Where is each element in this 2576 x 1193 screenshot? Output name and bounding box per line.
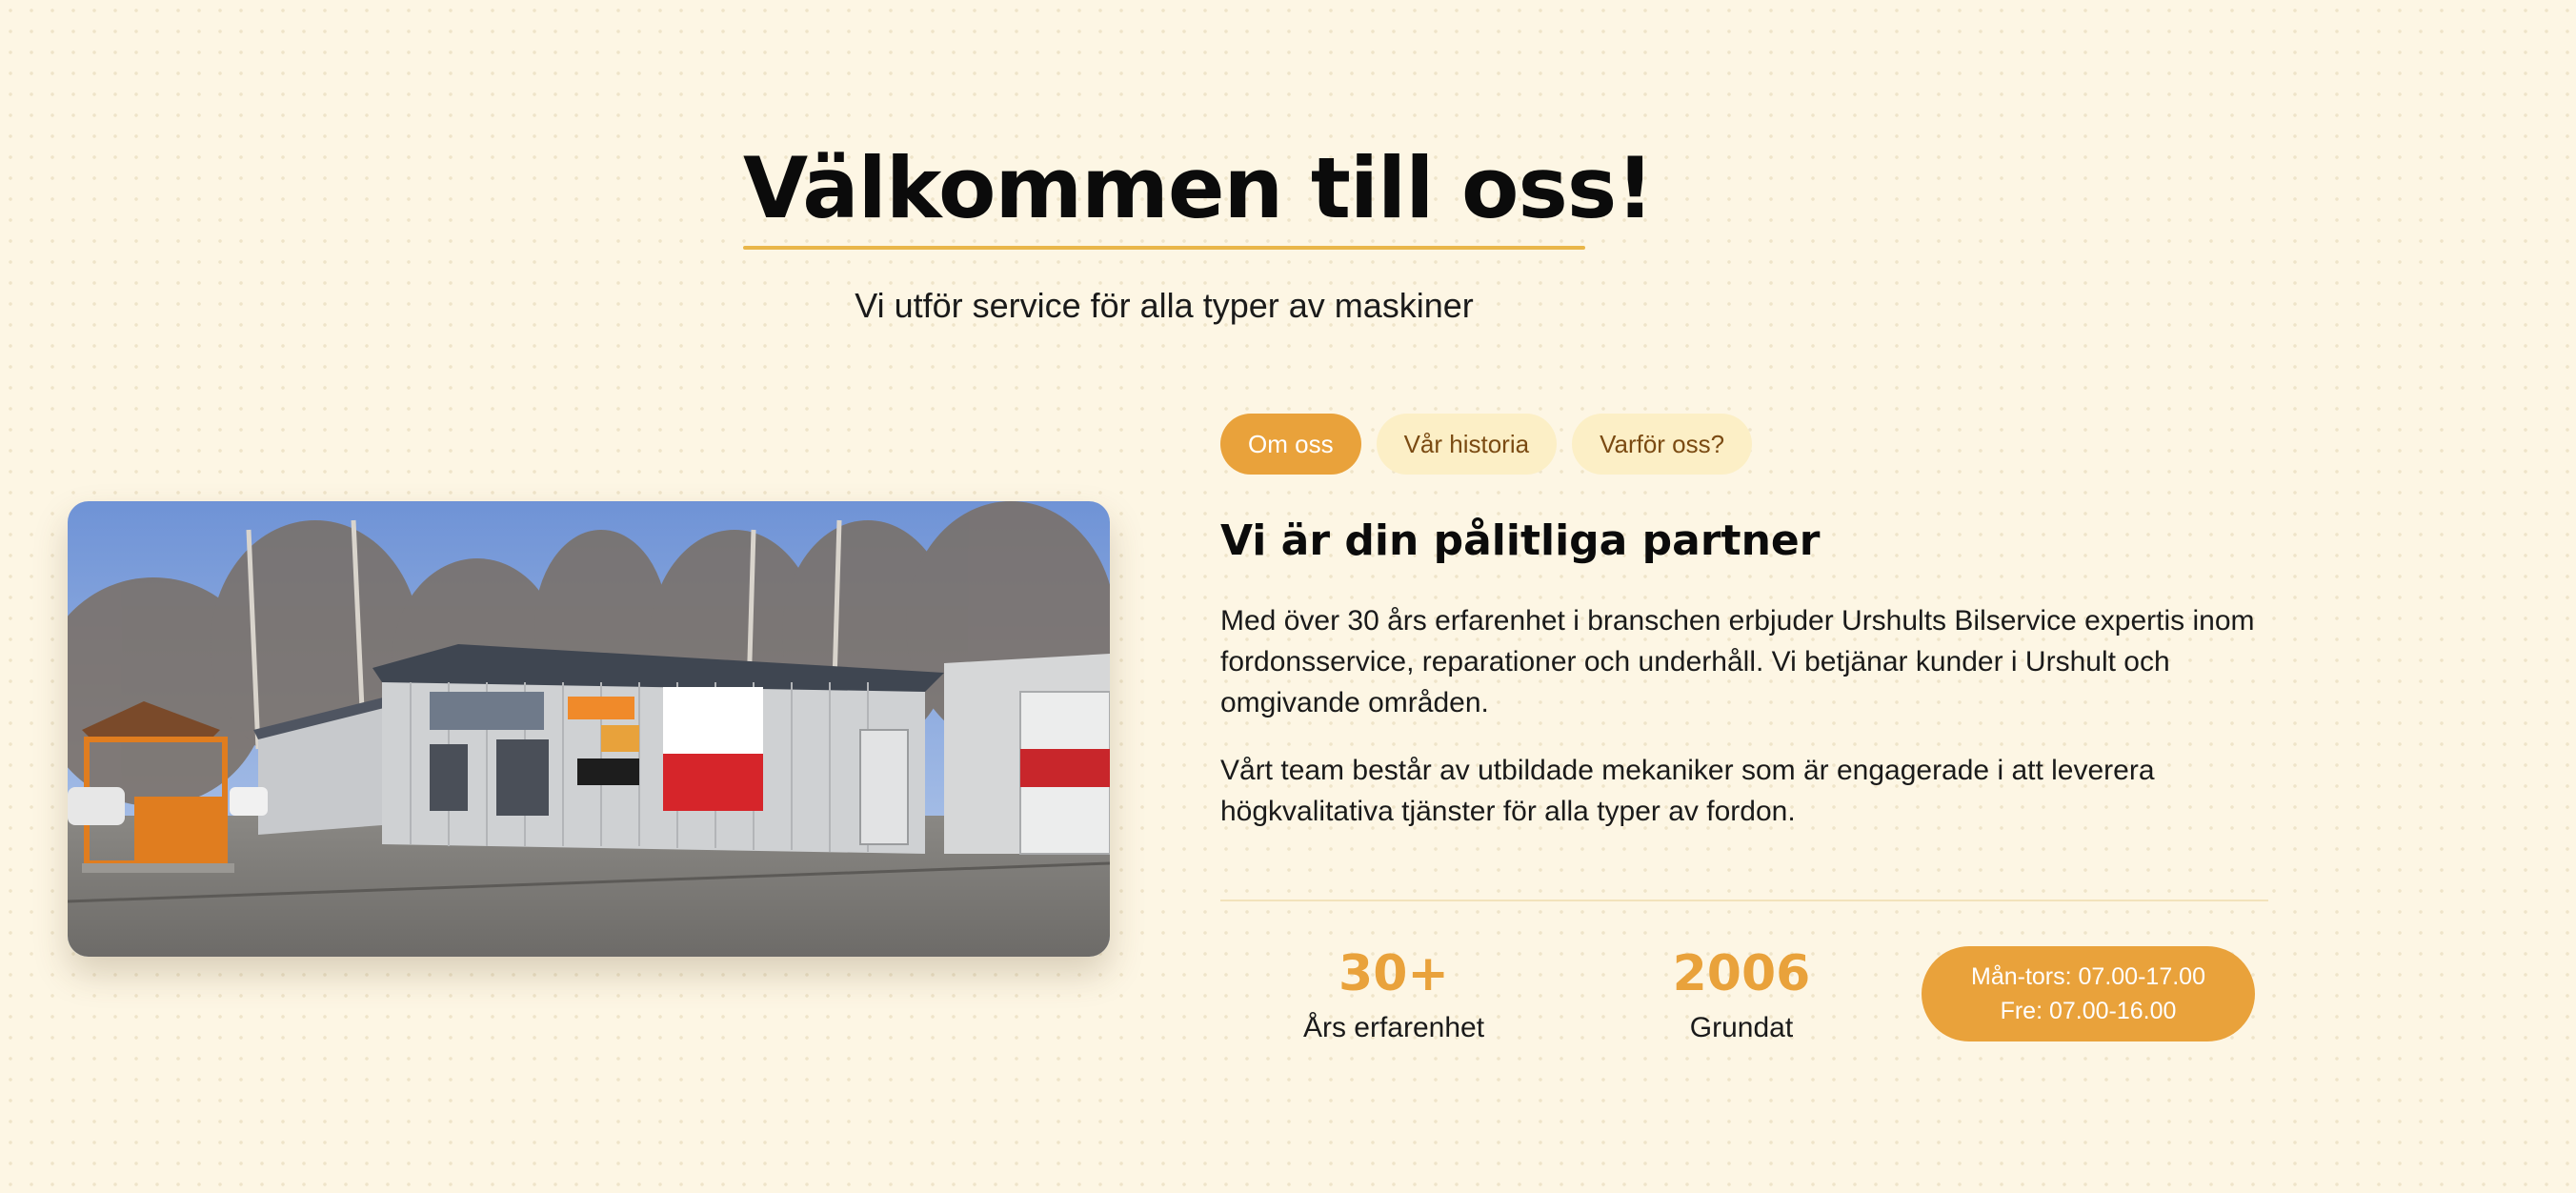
tab-varfor-oss[interactable]: Varför oss? [1572,414,1753,475]
stat-experience: 30+ Års erfarenhet [1251,949,1537,1044]
about-paragraph-2: Vårt team består av utbildade mekaniker … [1220,755,2155,827]
tab-var-historia[interactable]: Vår historia [1376,414,1558,475]
stat-value: 30+ [1338,945,1449,1002]
about-paragraph-1: Med över 30 års erfarenhet i branschen e… [1220,605,2255,718]
section-heading: Vi är din pålitliga partner [1220,516,1821,565]
divider [1220,900,2268,901]
page-title: Välkommen till oss! [743,139,1654,237]
stat-label: Års erfarenhet [1302,1012,1485,1043]
hours-friday: Fre: 07.00-16.00 [2000,998,2177,1024]
hours-weekdays: Mån-tors: 07.00-17.00 [1971,963,2205,990]
stat-label: Grundat [1689,1012,1794,1043]
stat-value: 2006 [1672,945,1811,1002]
tab-om-oss[interactable]: Om oss [1220,414,1361,475]
stat-founded: 2006 Grundat [1599,949,1884,1044]
opening-hours-badge: Mån-tors: 07.00-17.00 Fre: 07.00-16.00 [1922,946,2255,1041]
title-underline [743,246,1585,250]
workshop-photo [68,501,1110,957]
page-subtitle: Vi utför service för alla typer av maski… [855,286,1474,325]
about-tabs: Om oss Vår historia Varför oss? [1220,414,1753,475]
